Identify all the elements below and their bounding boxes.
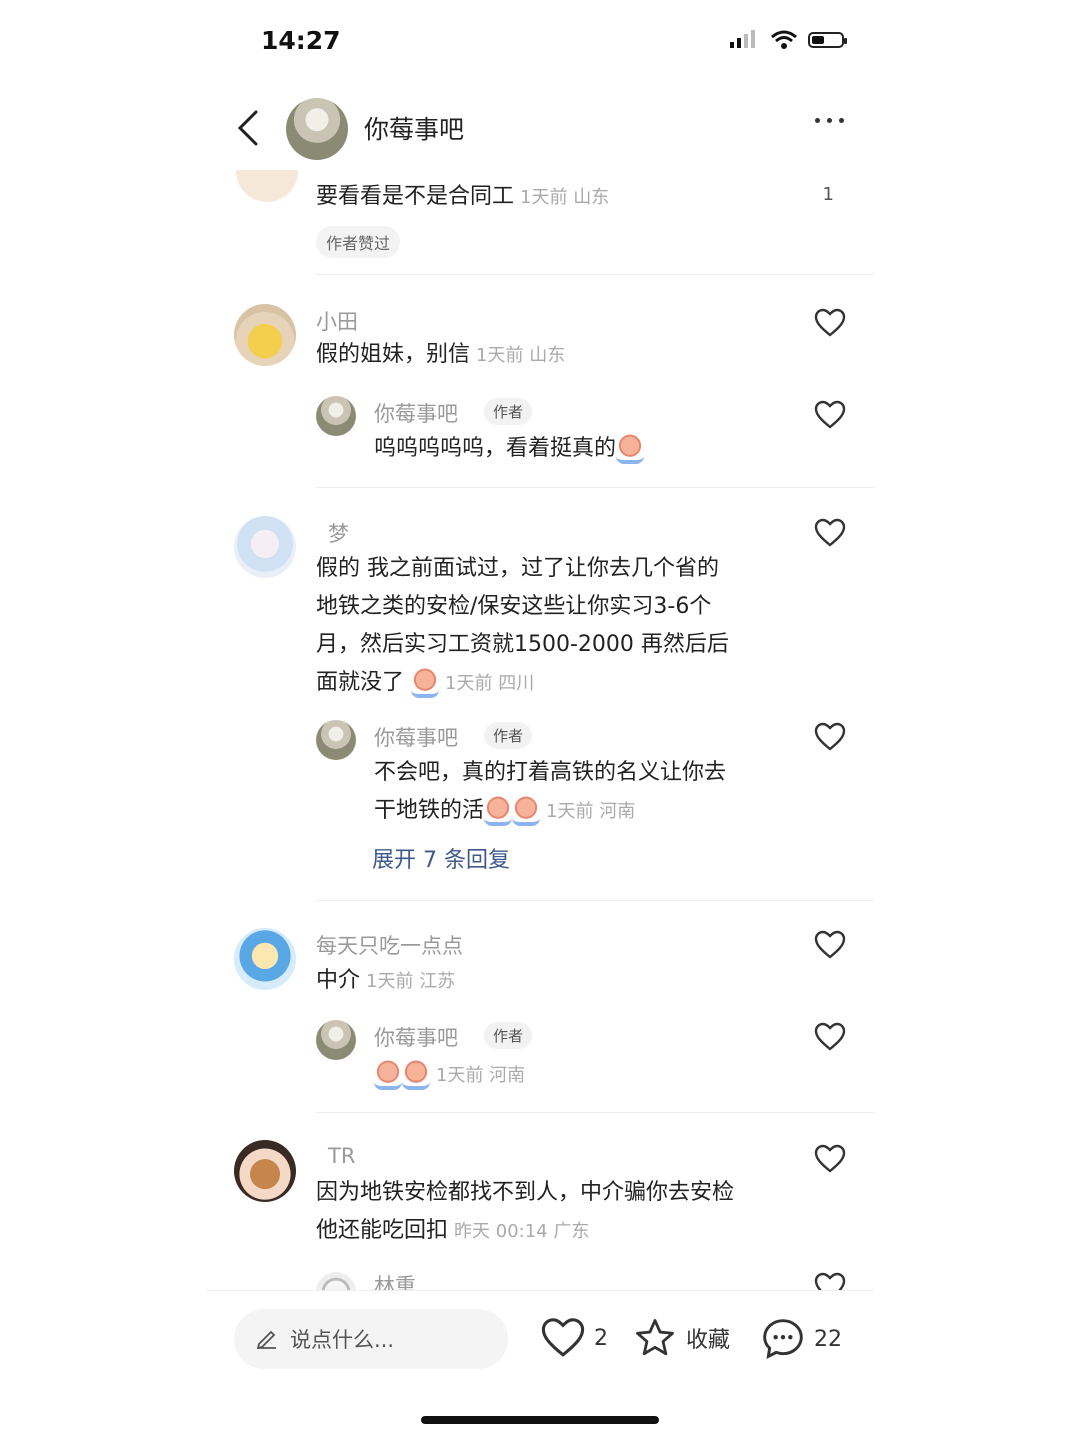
divider — [316, 1112, 874, 1113]
comment-line: 地铁之类的安检/保安这些让你实习3-6个 — [316, 594, 712, 619]
author-avatar[interactable] — [286, 98, 348, 160]
reply-user[interactable]: 林重 — [374, 1270, 416, 1290]
comment-meta: 昨天 00:14 广东 — [454, 1221, 590, 1242]
heart-icon[interactable] — [814, 930, 846, 960]
comment-body: 假的姐妹，别信 — [316, 342, 471, 367]
bottom-action-bar: 说点什么... 2 收藏 22 — [206, 1290, 874, 1381]
reply-avatar[interactable] — [316, 396, 356, 436]
reply-user[interactable]: 你莓事吧 — [374, 722, 458, 752]
commenter-name[interactable]: 每天只吃一点点 — [316, 930, 463, 960]
comment-meta: 1天前 山东 — [520, 187, 610, 208]
top-nav: 你莓事吧 — [206, 96, 874, 162]
author-tag: 作者 — [484, 722, 533, 749]
commenter-avatar[interactable] — [234, 928, 296, 990]
status-icons — [730, 30, 847, 50]
commenter-avatar[interactable] — [234, 304, 296, 366]
comment-button[interactable]: 22 — [760, 1317, 842, 1361]
reply-line: 干地铁的活 — [374, 798, 485, 823]
comment-line: 面就没了 — [316, 670, 405, 695]
expand-replies-link[interactable]: 展开 7 条回复 — [372, 842, 510, 874]
more-icon[interactable] — [815, 118, 844, 123]
battery-icon — [808, 32, 847, 48]
divider — [316, 274, 874, 275]
crying-emoji-icon — [616, 434, 645, 464]
like-button[interactable]: 2 — [540, 1317, 608, 1359]
collect-label: 收藏 — [686, 1328, 731, 1353]
heart-icon[interactable] — [814, 400, 846, 430]
author-tag: 作者 — [484, 1022, 533, 1049]
collect-button[interactable]: 收藏 — [632, 1317, 730, 1359]
comment-text[interactable]: 假的 我之前面试过，过了让你去几个省的 地铁之类的安检/保安这些让你实习3-6个… — [316, 550, 729, 703]
heart-icon[interactable] — [814, 308, 846, 338]
reply-avatar[interactable] — [316, 1020, 356, 1060]
heart-icon — [541, 1318, 585, 1357]
comment-text[interactable]: 中介 1天前 江苏 — [316, 962, 455, 1001]
heart-icon[interactable] — [814, 518, 846, 548]
comment-placeholder: 说点什么... — [290, 1328, 395, 1352]
status-time: 14:27 — [261, 26, 341, 55]
commenter-avatar[interactable] — [236, 170, 298, 202]
reply-user[interactable]: 你莓事吧 — [374, 1022, 458, 1052]
reply-line: 不会吧，真的打着高铁的名义让你去 — [374, 760, 727, 785]
commenter-name[interactable]: 梦 — [328, 518, 349, 548]
comment-body: 要看看是不是合同工 — [316, 184, 515, 209]
reply-text[interactable]: 不会吧，真的打着高铁的名义让你去 干地铁的活 1天前 河南 — [374, 754, 726, 831]
comment-line: 假的 我之前面试过，过了让你去几个省的 — [316, 556, 719, 581]
status-bar: 14:27 — [206, 22, 874, 62]
divider — [316, 487, 874, 488]
reply-avatar[interactable] — [316, 1272, 356, 1290]
star-icon — [636, 1319, 674, 1356]
crying-emoji-icon — [512, 796, 541, 826]
reply-avatar[interactable] — [316, 720, 356, 760]
author-liked-badge: 作者赞过 — [316, 226, 401, 258]
comment-input[interactable]: 说点什么... — [234, 1309, 508, 1369]
like-count: 2 — [594, 1325, 608, 1351]
like-count: 1 — [822, 184, 834, 205]
comment-meta: 1天前 江苏 — [366, 971, 456, 992]
divider — [316, 900, 874, 901]
heart-icon[interactable] — [814, 722, 846, 752]
reply-text[interactable]: 呜呜呜呜呜，看着挺真的 — [374, 430, 645, 468]
comment-body: 中介 — [316, 968, 361, 993]
reply-text[interactable]: 1天前 河南 — [374, 1056, 525, 1095]
crying-emoji-icon — [374, 1060, 402, 1090]
crying-emoji-icon — [402, 1060, 430, 1090]
reply-meta: 1天前 河南 — [436, 1065, 526, 1086]
commenter-name[interactable]: 小田 — [316, 306, 358, 336]
phone-screen: 14:27 你莓事吧 要看看是不是合同工 1天前 山东 1 作者赞过 小田 假的… — [206, 0, 874, 1440]
comment-list: 要看看是不是合同工 1天前 山东 1 作者赞过 小田 假的姐妹，别信 1天前 山东 … — [206, 170, 874, 1290]
crying-emoji-icon — [411, 668, 440, 698]
comment-text[interactable]: 要看看是不是合同工 1天前 山东 — [316, 178, 609, 217]
pen-icon — [256, 1330, 276, 1349]
comment-line: 月，然后实习工资就1500-2000 再然后后 — [316, 632, 729, 657]
reply-body: 呜呜呜呜呜，看着挺真的 — [374, 436, 617, 461]
heart-icon[interactable] — [814, 1022, 846, 1052]
reply-meta: 1天前 河南 — [546, 801, 636, 822]
author-name[interactable]: 你莓事吧 — [364, 110, 464, 146]
home-indicator — [421, 1416, 659, 1424]
back-arrow-icon[interactable] — [234, 110, 264, 146]
commenter-avatar[interactable] — [234, 1140, 296, 1202]
comment-line: 因为地铁安检都找不到人，中介骗你去安检 — [316, 1180, 735, 1205]
comment-count: 22 — [814, 1326, 842, 1352]
comment-meta: 1天前 四川 — [445, 673, 535, 694]
heart-icon[interactable] — [814, 1272, 846, 1290]
commenter-avatar[interactable] — [234, 516, 296, 578]
comment-line: 他还能吃回扣 — [316, 1218, 449, 1243]
signal-icon — [730, 30, 755, 48]
comment-text[interactable]: 假的姐妹，别信 1天前 山东 — [316, 336, 565, 375]
commenter-name[interactable]: TR — [328, 1144, 355, 1168]
author-tag: 作者 — [484, 398, 533, 425]
wifi-icon — [771, 30, 797, 49]
reply-user[interactable]: 你莓事吧 — [374, 398, 458, 428]
heart-icon[interactable] — [814, 1144, 846, 1174]
comment-text[interactable]: 因为地铁安检都找不到人，中介骗你去安检 他还能吃回扣 昨天 00:14 广东 — [316, 1174, 734, 1251]
comment-meta: 1天前 山东 — [476, 345, 566, 366]
comment-bubble-icon — [763, 1319, 803, 1360]
crying-emoji-icon — [484, 796, 513, 826]
